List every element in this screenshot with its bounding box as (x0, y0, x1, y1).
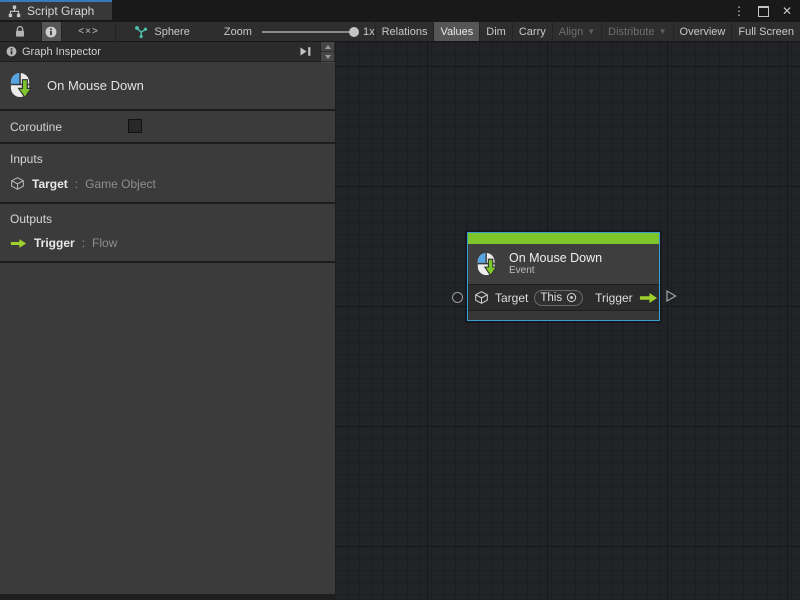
coroutine-label: Coroutine (10, 120, 62, 134)
distribute-label: Distribute (608, 26, 654, 38)
coroutine-checkbox[interactable] (128, 119, 142, 133)
align-label: Align (559, 26, 583, 38)
node-subtitle: Event (509, 265, 602, 277)
window-controls: ⋮ ✕ (733, 0, 792, 22)
mouse-down-icon (9, 71, 34, 100)
full-screen-button[interactable]: Full Screen (731, 22, 800, 41)
graph-inspector-panel: Graph Inspector On Mouse Down Coroutine (0, 42, 335, 600)
node-color-bar (468, 233, 659, 244)
scroll-down-button[interactable] (321, 52, 334, 62)
tab-script-graph[interactable]: Script Graph (0, 0, 112, 20)
panel-bottom-edge (0, 594, 335, 600)
close-icon[interactable]: ✕ (782, 5, 792, 17)
tab-title: Script Graph (27, 4, 94, 18)
more-menu-icon[interactable]: ⋮ (733, 5, 745, 17)
mouse-down-icon (476, 251, 499, 278)
inputs-section: Inputs Target : Game Object (0, 144, 335, 202)
target-value: This (540, 292, 562, 304)
window-tab-bar: Script Graph ⋮ ✕ (0, 0, 800, 22)
input-pin-name: Target (32, 177, 68, 191)
event-node[interactable]: On Mouse Down Event Target This (467, 232, 660, 321)
node-footer (468, 311, 659, 320)
chevron-down-icon: ▼ (587, 27, 595, 36)
node-header[interactable]: On Mouse Down Event (468, 244, 659, 284)
graph-toolbar: <×> Sphere Zoom 1x Relations Values Dim (0, 22, 800, 42)
dim-button[interactable]: Dim (479, 22, 512, 41)
edit-graph-button[interactable]: <×> (62, 22, 117, 41)
scroll-up-button[interactable] (321, 42, 334, 52)
node-ports-row: Target This Trigger (468, 284, 659, 311)
target-value-button[interactable]: This (534, 290, 583, 306)
dim-label: Dim (486, 26, 506, 38)
coroutine-row: Coroutine (0, 111, 335, 142)
values-label: Values (440, 26, 473, 38)
distribute-dropdown[interactable]: Distribute ▼ (601, 22, 672, 41)
divider (0, 261, 335, 263)
inspector-header: Graph Inspector (0, 42, 335, 62)
cube-icon (474, 290, 489, 305)
pin-separator: : (82, 236, 85, 250)
input-pin-row: Target : Game Object (10, 176, 335, 191)
lock-button[interactable] (0, 22, 42, 41)
triangle-up-icon (325, 45, 331, 49)
inputs-heading: Inputs (10, 152, 335, 166)
zoom-label: Zoom (224, 26, 252, 38)
code-icon: <×> (78, 26, 99, 37)
graph-canvas[interactable]: On Mouse Down Event Target This (335, 42, 800, 600)
relations-label: Relations (382, 26, 428, 38)
flow-arrow-icon (639, 292, 658, 304)
relations-button[interactable]: Relations (375, 22, 434, 41)
object-picker-icon (566, 292, 577, 303)
full-screen-label: Full Screen (738, 26, 794, 38)
scroll-stepper (320, 42, 334, 63)
toolbar-button-group: Relations Values Dim Carry Align ▼ Distr… (375, 22, 800, 41)
unit-header: On Mouse Down (0, 62, 335, 109)
graph-asset-icon (134, 25, 148, 39)
lock-icon (14, 25, 26, 38)
script-graph-tab-icon (8, 5, 21, 18)
target-port-label: Target (495, 291, 528, 305)
zoom-slider-knob[interactable] (349, 27, 359, 37)
inspector-title: Graph Inspector (22, 46, 101, 58)
zoom-value: 1x (363, 26, 375, 38)
flow-arrow-icon (10, 238, 27, 249)
chevron-down-icon: ▼ (659, 27, 667, 36)
info-icon (45, 26, 57, 38)
triangle-down-icon (325, 55, 331, 59)
output-pin-type: Flow (92, 236, 117, 250)
align-dropdown[interactable]: Align ▼ (552, 22, 601, 41)
pin-separator: : (75, 177, 78, 191)
info-icon (6, 46, 17, 57)
output-pin-name: Trigger (34, 236, 75, 250)
zoom-control: Zoom 1x (224, 26, 375, 38)
carry-label: Carry (519, 26, 546, 38)
maximize-icon[interactable] (758, 6, 769, 17)
outputs-section: Outputs Trigger : Flow (0, 204, 335, 261)
input-port-handle[interactable] (452, 292, 463, 303)
inspector-toggle-button[interactable] (42, 22, 62, 41)
output-pin-row: Trigger : Flow (10, 236, 335, 250)
graph-name-label: Sphere (154, 26, 189, 38)
outputs-heading: Outputs (10, 212, 335, 226)
cube-icon (10, 176, 25, 191)
overview-label: Overview (680, 26, 726, 38)
zoom-slider[interactable] (262, 31, 354, 33)
node-title: On Mouse Down (509, 251, 602, 265)
graph-reference[interactable]: Sphere (116, 22, 199, 41)
carry-button[interactable]: Carry (512, 22, 552, 41)
panel-collapse-icon[interactable] (299, 46, 313, 57)
overview-button[interactable]: Overview (673, 22, 732, 41)
trigger-port-label: Trigger (595, 291, 633, 305)
input-pin-type: Game Object (85, 177, 156, 191)
output-port-handle[interactable] (665, 289, 677, 303)
values-button[interactable]: Values (433, 22, 479, 41)
unit-title: On Mouse Down (47, 78, 144, 93)
